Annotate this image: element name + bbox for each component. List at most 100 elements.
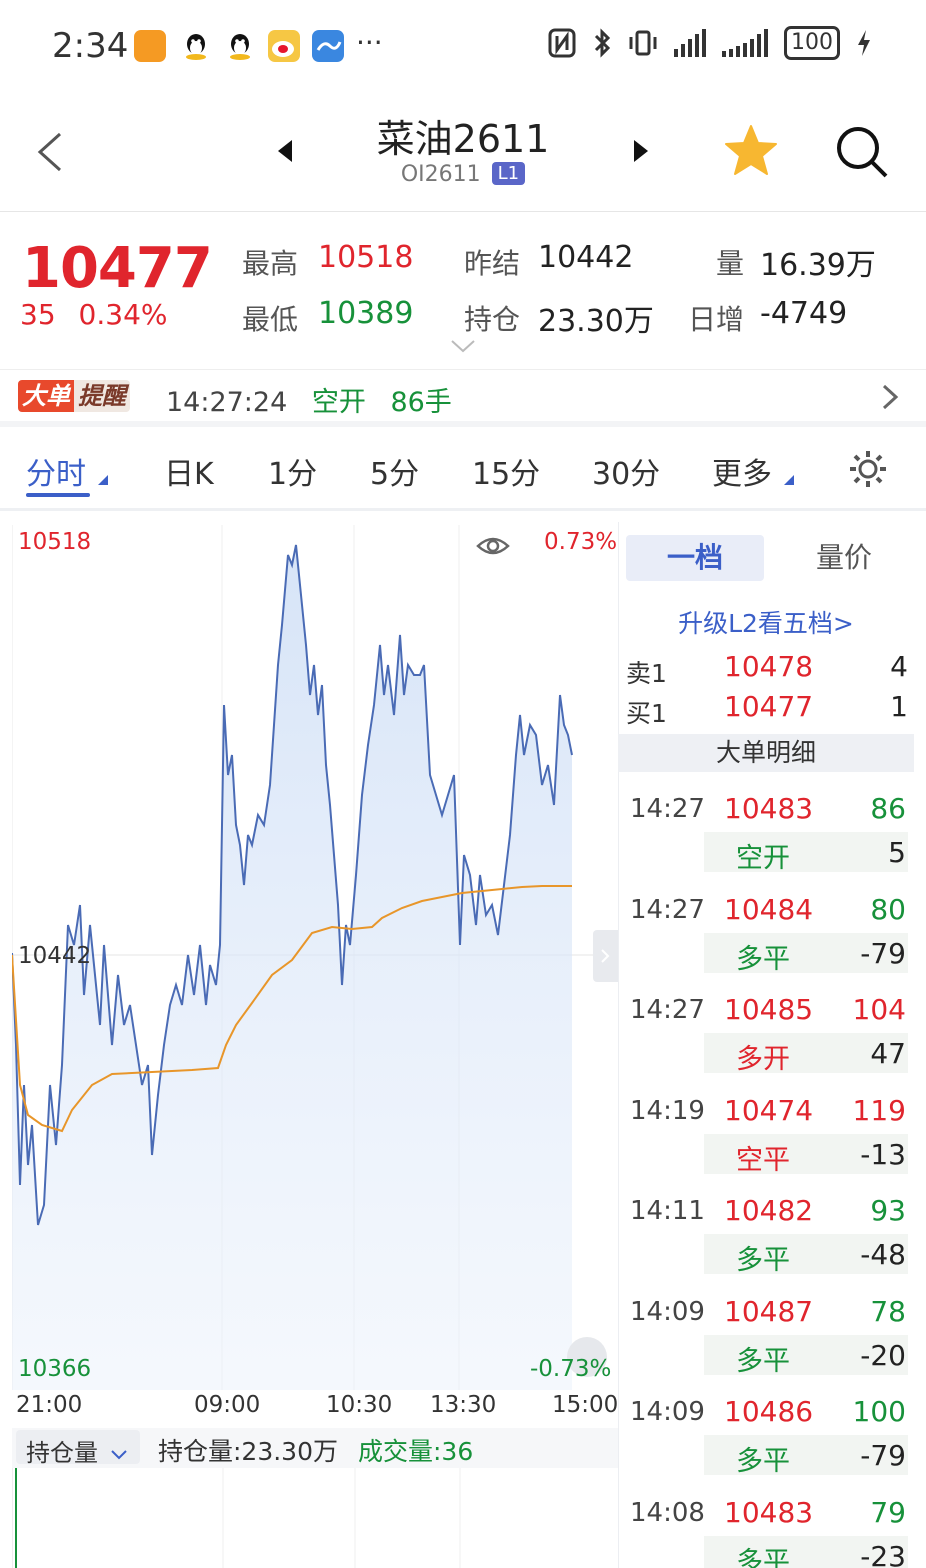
order-oi-change: -13 (860, 1137, 906, 1171)
time-label: 09:00 (194, 1392, 261, 1418)
favorite-star-icon[interactable] (722, 122, 780, 180)
order-type: 多平 (736, 1345, 790, 1377)
indicator-chart (12, 1468, 461, 1568)
daily-increase-value: -4749 (760, 296, 848, 331)
order-time: 14:27 (630, 794, 705, 824)
order-price: 10474 (724, 1093, 814, 1127)
tab-5min[interactable]: 5分 (370, 449, 419, 493)
order-type: 多平 (736, 1446, 790, 1477)
open-interest-text: 持仓量:23.30万 (158, 1437, 338, 1466)
big-order-row: 14:27 10485 104 多开 47 (618, 981, 914, 1081)
upgrade-l2-link[interactable]: 升级L2看五档> (618, 604, 914, 640)
chevron-down-icon (110, 1450, 127, 1460)
order-sub-row: 多平 -23 (704, 1535, 908, 1568)
qq-icon (180, 30, 212, 62)
tab-15min[interactable]: 15分 (472, 449, 540, 493)
timeframe-tabs: 分时 日K 1分 5分 15分 30分 更多 (0, 427, 926, 511)
book-label: 买1 (626, 699, 667, 728)
volume-value: 16.39万 (760, 248, 876, 283)
alert-tag-big: 大单 (18, 380, 74, 412)
order-volume: 93 (870, 1194, 906, 1227)
tab-more[interactable]: 更多 (712, 449, 772, 493)
order-oi-change: -48 (860, 1238, 906, 1271)
weibo-icon (268, 30, 300, 62)
bluetooth-icon (594, 28, 611, 58)
order-oi-change: -79 (860, 936, 906, 970)
chevron-right-icon[interactable] (878, 382, 902, 412)
price-area (12, 545, 572, 1390)
order-sub-row: 多平 -79 (704, 932, 908, 975)
quote-panel: 10477 35 0.34% 最高 10518 最低 10389 昨结 1044… (0, 212, 926, 370)
book-qty: 4 (890, 650, 908, 683)
charging-icon (858, 30, 870, 56)
alert-time: 14:27:24 (166, 387, 288, 418)
page-title: 菜油2611 (376, 117, 550, 161)
alert-text: 14:27:24 空开 86手 (166, 380, 452, 419)
order-time: 14:19 (630, 1095, 705, 1126)
eye-icon[interactable] (476, 537, 510, 555)
order-price: 10483 (724, 1495, 814, 1529)
tab-1min[interactable]: 1分 (268, 449, 317, 493)
book-qty: 1 (890, 690, 908, 723)
status-time: 2:34 (52, 26, 129, 66)
order-time: 14:09 (630, 1296, 705, 1327)
tab-level1[interactable]: 一档 (626, 535, 764, 581)
next-contract-button[interactable] (626, 136, 656, 166)
big-order-row: 14:19 10474 119 空平 -13 (618, 1082, 914, 1182)
alert-tag-remind: 提醒 (74, 380, 130, 412)
tab-volume-price[interactable]: 量价 (776, 535, 912, 581)
gear-icon[interactable] (848, 449, 888, 489)
tab-daily-k[interactable]: 日K (164, 449, 214, 493)
ask1-row: 卖1 10478 4 (626, 650, 908, 690)
order-sub-row: 多平 -48 (704, 1234, 908, 1276)
time-label: 15:00 (552, 1392, 619, 1418)
qq-icon (224, 30, 256, 62)
intraday-chart[interactable] (12, 525, 618, 1390)
order-time: 14:08 (630, 1497, 705, 1528)
status-bar: 2:34 ··· 100 (0, 0, 926, 92)
time-label: 21:00 (16, 1392, 83, 1418)
book-price: 10478 (724, 650, 814, 683)
big-order-alert[interactable]: 大单 提醒 14:27:24 空开 86手 (0, 372, 926, 420)
signal-icon (722, 29, 768, 57)
big-order-row: 14:27 10483 86 空开 5 (618, 780, 914, 880)
search-icon[interactable] (832, 122, 892, 182)
order-volume: 104 (852, 993, 906, 1026)
alert-lots: 86手 (390, 387, 452, 418)
order-type: 空开 (736, 843, 790, 874)
expand-chevron-icon[interactable] (450, 338, 476, 354)
order-oi-change: -79 (860, 1439, 906, 1472)
last-price: 10477 (22, 236, 213, 301)
order-time: 14:11 (630, 1196, 705, 1226)
order-volume: 79 (870, 1495, 906, 1529)
daily-increase-label: 日增 (688, 303, 745, 336)
open-interest-value: 23.30万 (538, 304, 654, 339)
order-sub-row: 空平 -13 (704, 1133, 908, 1176)
tab-30min[interactable]: 30分 (592, 449, 660, 493)
big-order-detail-header: 大单明细 (618, 734, 914, 772)
order-panel-tabs: 一档 量价 (626, 535, 912, 581)
y-axis-top-label: 10518 (18, 529, 92, 555)
order-type: 多平 (736, 1245, 790, 1276)
book-label: 卖1 (626, 659, 667, 688)
y-axis-mid-label: 10442 (18, 943, 92, 969)
weather-app-icon (312, 30, 344, 62)
open-interest-label: 持仓 (464, 303, 521, 336)
tab-intraday[interactable]: 分时 (26, 449, 86, 493)
order-oi-change: 47 (870, 1037, 906, 1070)
high-value: 10518 (318, 240, 414, 275)
pay-app-icon (134, 30, 166, 62)
bid1-row: 买1 10477 1 (626, 690, 908, 730)
signal-icon (674, 29, 706, 57)
indicator-select[interactable]: 持仓量 (16, 1430, 140, 1467)
order-time: 14:27 (630, 894, 705, 925)
vibrate-icon (629, 30, 657, 56)
collapse-panel-handle[interactable] (593, 930, 618, 982)
book-price: 10477 (724, 690, 814, 723)
order-price: 10486 (724, 1395, 814, 1428)
price-change: 35 0.34% (20, 298, 168, 331)
status-more-dots: ··· (356, 26, 383, 59)
time-label: 13:30 (430, 1392, 497, 1418)
dropdown-triangle-icon (784, 475, 794, 485)
contract-code: OI2611 (400, 162, 481, 187)
